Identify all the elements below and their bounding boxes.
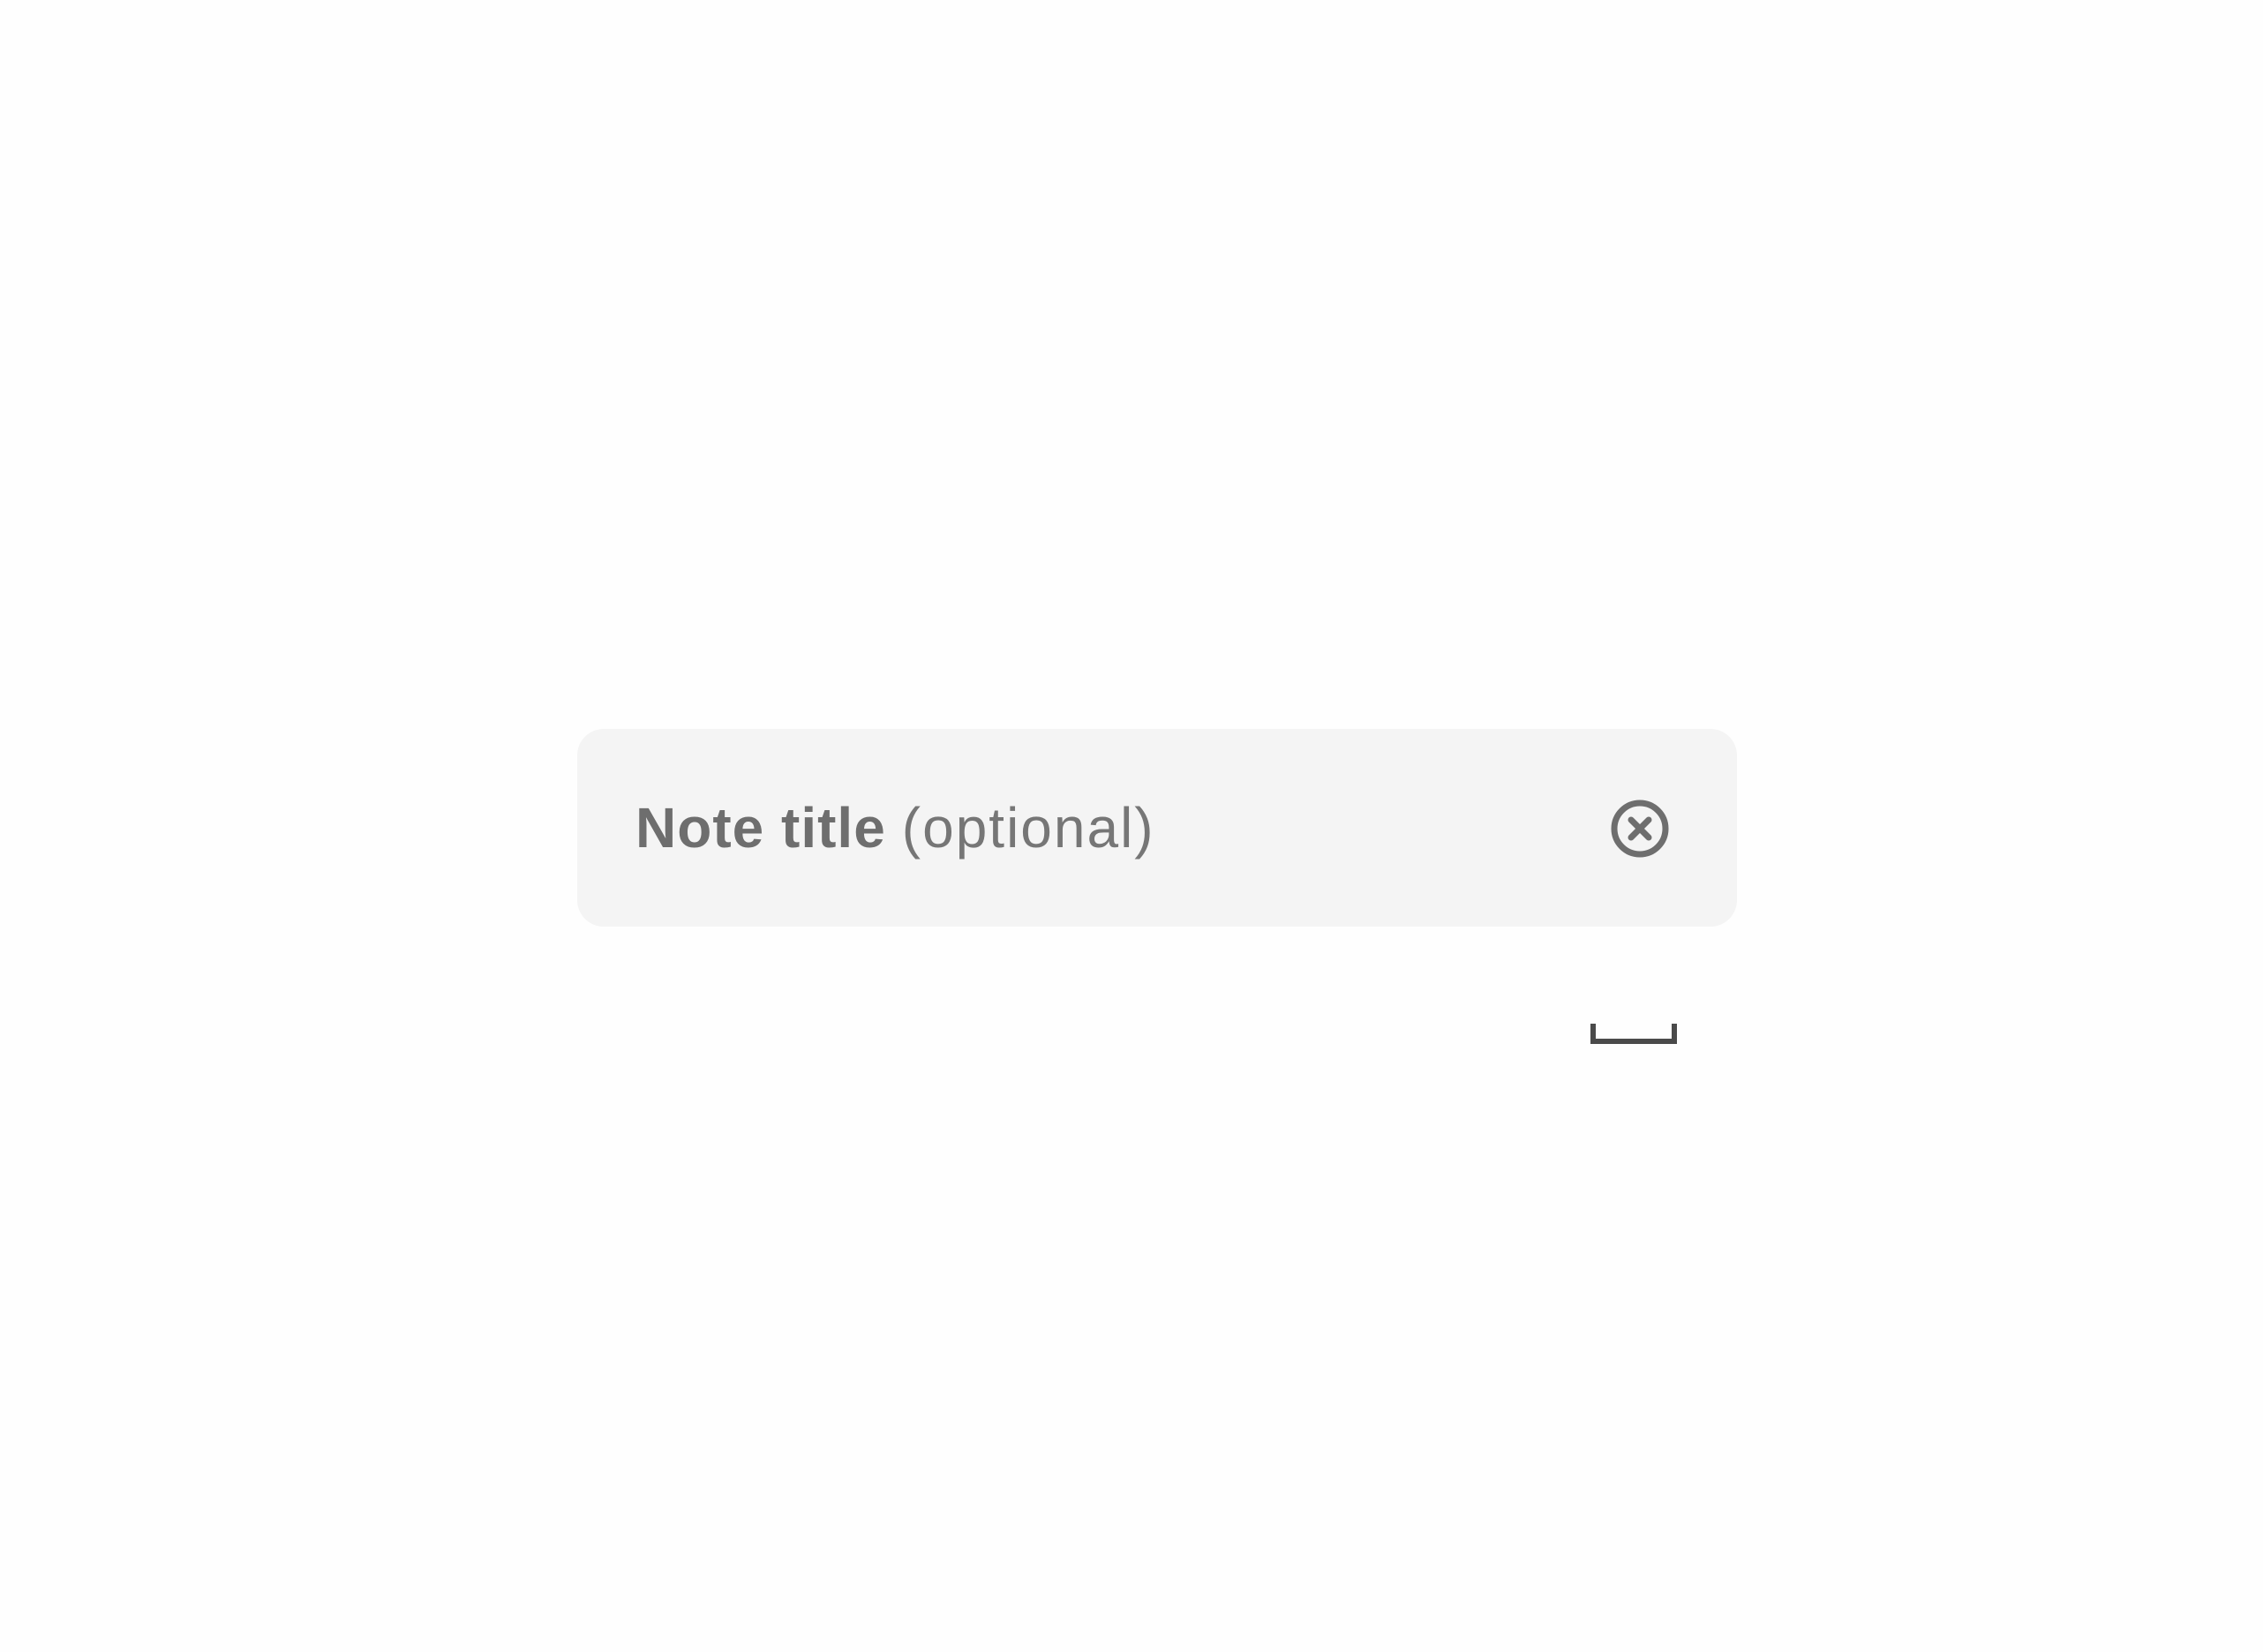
note-title-label-text: Note title bbox=[635, 796, 886, 860]
space-bar-icon bbox=[1590, 1024, 1677, 1045]
note-title-field[interactable]: Note title (optional) bbox=[577, 729, 1737, 927]
close-circle-icon bbox=[1610, 799, 1670, 859]
clear-button[interactable] bbox=[1610, 799, 1670, 859]
screen: Note title (optional) bbox=[0, 0, 2263, 1652]
note-title-label: Note title (optional) bbox=[635, 800, 1610, 856]
space-key[interactable] bbox=[1590, 1024, 1677, 1045]
note-title-optional-hint: (optional) bbox=[901, 796, 1155, 860]
